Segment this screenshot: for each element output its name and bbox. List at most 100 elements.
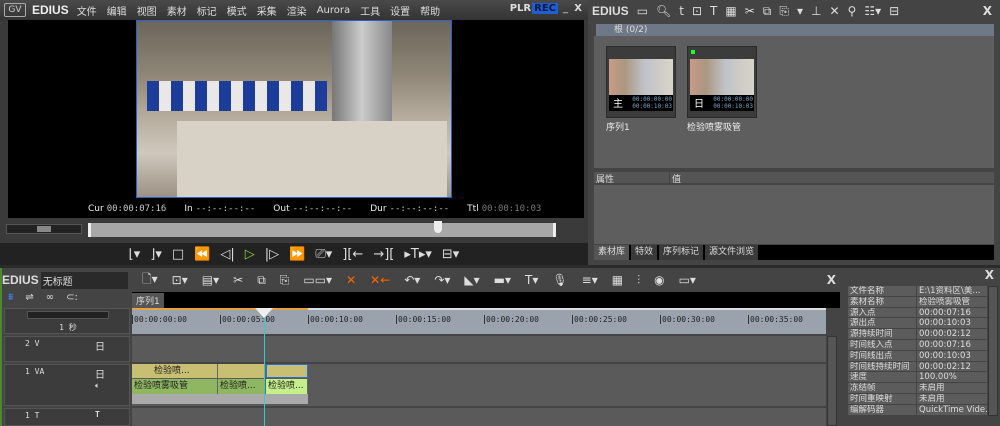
redo-icon[interactable]: ↷▾	[434, 273, 450, 287]
color-icon[interactable]: ◉	[654, 273, 664, 287]
close-button[interactable]: X	[574, 3, 582, 14]
mic-icon[interactable]: 🎙︎	[552, 273, 567, 287]
bin-folder-header[interactable]: 根 (0/2)	[596, 24, 994, 36]
set-out-icon[interactable]: ⌋▾	[150, 247, 162, 262]
menu-view[interactable]: 视图	[137, 3, 157, 18]
ripple-icon[interactable]: ⇌	[25, 292, 33, 303]
fast-forward-icon[interactable]: ⏩	[289, 247, 305, 262]
step-forward-icon[interactable]: |▷	[265, 247, 279, 262]
timeline-close-button[interactable]: X	[827, 273, 836, 287]
play-icon[interactable]: ▷	[245, 247, 255, 262]
snap-icon[interactable]: ⊂:	[66, 292, 78, 303]
display-icon[interactable]: ▭▾	[679, 273, 696, 287]
bin-close-button[interactable]: X	[983, 4, 992, 18]
tab-effects[interactable]: 特效	[631, 245, 658, 260]
link-icon[interactable]: ▭▭▾	[303, 273, 332, 287]
view-icon[interactable]: ☷▾	[864, 4, 881, 18]
shuttle-slider[interactable]	[6, 224, 82, 234]
multicam-icon[interactable]: ▦	[612, 273, 623, 287]
info-close-button[interactable]: X	[985, 268, 994, 282]
insert-icon[interactable]: ][←	[342, 247, 363, 262]
add-to-timeline-icon[interactable]: ⊥	[811, 4, 821, 18]
scrub-bar[interactable]	[88, 221, 556, 237]
video-clip[interactable]	[218, 364, 266, 378]
track-header-v2[interactable]: 2 V 日	[4, 336, 130, 362]
timeline-playhead[interactable]	[255, 308, 273, 318]
copy-icon[interactable]: ⧉	[763, 4, 772, 19]
open-icon[interactable]: ⊡▾	[172, 273, 188, 287]
marker-icon[interactable]: ▾	[797, 4, 803, 18]
paste-icon[interactable]: ⎘	[280, 273, 290, 288]
zoom-slider[interactable]	[27, 311, 109, 319]
track-v2[interactable]	[132, 336, 826, 362]
menu-aurora[interactable]: Aurora	[317, 5, 350, 16]
overwrite-icon[interactable]: →][	[373, 247, 394, 262]
menu-mode[interactable]: 模式	[227, 3, 247, 18]
time-ruler[interactable]: 00:00:00:00 00:00:05:00 00:00:10:00 00:00:1…	[132, 308, 826, 334]
rewind-icon[interactable]: ⏪	[194, 247, 210, 262]
stop-icon[interactable]: □	[172, 247, 184, 262]
audio-clip[interactable]: 检验喷...	[218, 379, 266, 394]
timeline-cursor[interactable]	[264, 308, 265, 426]
set-in-icon[interactable]: ⌊▾	[129, 247, 141, 262]
cut-icon[interactable]: ✂	[233, 273, 243, 287]
menu-render[interactable]: 渲染	[287, 3, 307, 18]
ripple-delete-icon[interactable]: ✕←	[370, 273, 390, 287]
search-icon[interactable]: 🔍︎	[656, 4, 671, 18]
audio-clip[interactable]: 检验喷雾吸管	[132, 379, 218, 394]
audio-clip[interactable]: 检验喷...	[266, 379, 308, 394]
video-clip-selected[interactable]	[266, 364, 308, 378]
menu-edit[interactable]: 编辑	[107, 3, 127, 18]
undo-icon[interactable]: ↶▾	[404, 273, 420, 287]
title-icon[interactable]: T▾	[525, 273, 538, 287]
menu-settings[interactable]: 设置	[390, 3, 410, 18]
briefcase-icon[interactable]: ⊟	[889, 4, 899, 18]
tab-sequence-markers[interactable]: 序列标记	[659, 245, 704, 260]
properties-icon[interactable]: ⚲	[848, 4, 857, 18]
menu-tools[interactable]: 工具	[360, 3, 380, 18]
plr-button[interactable]: PLR	[510, 3, 531, 14]
cut-icon[interactable]: ✂	[745, 4, 755, 18]
menu-clip[interactable]: 素材	[167, 3, 187, 18]
title-icon[interactable]: T	[710, 4, 717, 18]
menu-capture[interactable]: 采集	[257, 3, 277, 18]
track-t1[interactable]	[132, 408, 826, 426]
export-icon[interactable]: ⊟▾	[442, 247, 459, 262]
timeline-scrollbar[interactable]	[827, 336, 837, 426]
video-clip[interactable]: 检验喷...	[132, 364, 218, 378]
track-va1[interactable]: 检验喷... 检验喷雾吸管 检验喷... 检验喷...	[132, 364, 826, 406]
copy-icon[interactable]: ⧉	[257, 273, 266, 288]
minimize-button[interactable]: _	[563, 3, 568, 14]
player-mode-switch[interactable]: PLR REC	[510, 3, 558, 14]
mixer-icon[interactable]: ⫶	[637, 273, 640, 288]
replace-icon[interactable]: ▸T▸▾	[404, 247, 432, 262]
info-scrollbar[interactable]	[988, 286, 998, 416]
link-mode-icon[interactable]: ∞	[46, 292, 54, 303]
save-icon[interactable]: ▤▾	[202, 273, 219, 287]
rec-button[interactable]: REC	[532, 3, 558, 14]
render-icon[interactable]: ▬▾	[494, 273, 511, 287]
tab-source-browser[interactable]: 源文件浏览	[705, 245, 759, 260]
sync-icon[interactable]: ⩩	[8, 292, 13, 303]
scrub-playhead[interactable]	[433, 221, 442, 233]
audio-icon[interactable]: ≡▾	[582, 273, 598, 287]
marker-icon[interactable]: ◣▾	[464, 273, 479, 287]
bin-clip-sequence[interactable]: 主 00:00:00:00 00:00:10:03 序列1	[606, 46, 676, 133]
loop-icon[interactable]: ⎚▾	[315, 247, 332, 262]
menu-help[interactable]: 帮助	[420, 3, 440, 18]
paste-icon[interactable]: ⎘	[779, 4, 789, 19]
add-clip-icon[interactable]: ⊡	[692, 4, 702, 18]
delete-icon[interactable]: ✕	[346, 273, 356, 287]
menu-file[interactable]: 文件	[77, 3, 97, 18]
up-icon[interactable]: t	[679, 4, 684, 18]
tab-sequence1[interactable]: 序列1	[132, 293, 164, 308]
tab-bin[interactable]: 素材库	[594, 245, 630, 260]
delete-icon[interactable]: ✕	[829, 4, 839, 18]
track-header-va1[interactable]: 1 VA 日 🔈︎	[4, 364, 130, 406]
track-header-t1[interactable]: 1 T T	[4, 408, 130, 426]
color-bars-icon[interactable]: ▦	[725, 4, 736, 18]
timescale-select[interactable]: 1 秒	[27, 322, 109, 333]
menu-marker[interactable]: 标记	[197, 3, 217, 18]
new-icon[interactable]: 🗋▾	[142, 270, 158, 291]
step-back-icon[interactable]: ◁|	[220, 247, 234, 262]
